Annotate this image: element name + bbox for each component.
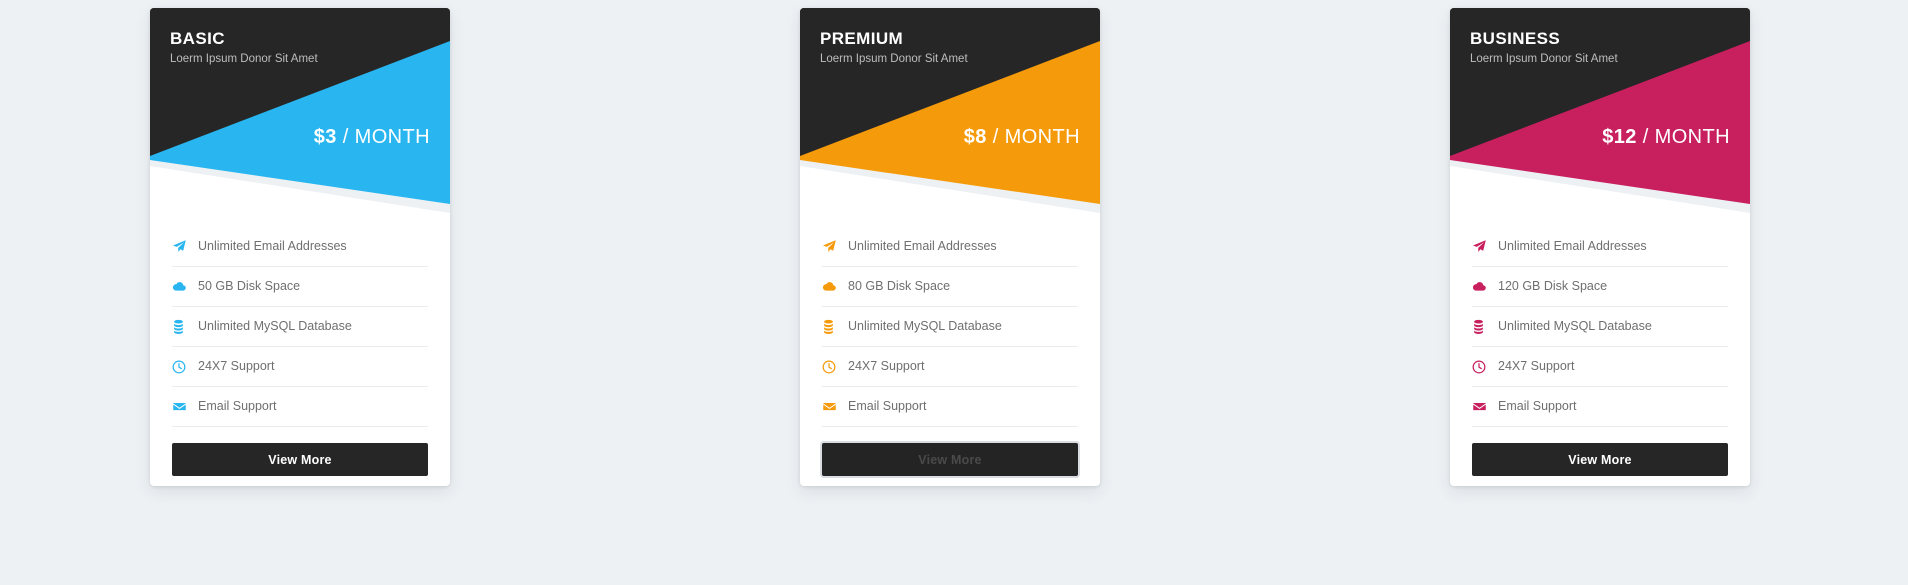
plan-subtitle: Loerm Ipsum Donor Sit Amet	[820, 52, 968, 65]
plan-price: $8 / MONTH	[964, 126, 1080, 149]
paper-plane-icon	[172, 239, 198, 254]
feature-row: Email Support	[1472, 387, 1728, 427]
feature-label: Unlimited Email Addresses	[848, 239, 997, 254]
plan-name: BUSINESS	[1470, 29, 1561, 48]
plan-subtitle: Loerm Ipsum Donor Sit Amet	[170, 52, 318, 65]
feature-row: 24X7 Support	[822, 347, 1078, 387]
envelope-icon	[822, 399, 848, 414]
price-period: / MONTH	[1636, 126, 1730, 148]
feature-label: Unlimited Email Addresses	[1498, 239, 1647, 254]
feature-row: 50 GB Disk Space	[172, 267, 428, 307]
database-icon	[822, 319, 848, 334]
feature-label: 80 GB Disk Space	[848, 279, 951, 294]
feature-row: Unlimited MySQL Database	[1472, 307, 1728, 347]
feature-row: 24X7 Support	[1472, 347, 1728, 387]
feature-row: Unlimited MySQL Database	[822, 307, 1078, 347]
feature-label: Email Support	[848, 399, 927, 414]
plan-heading-group: PREMIUM Loerm Ipsum Donor Sit Amet	[800, 8, 1100, 66]
pricing-card-business: BUSINESS Loerm Ipsum Donor Sit Amet $12 / …	[1450, 8, 1750, 486]
feature-list: Unlimited Email Addresses 80 GB Disk Spac…	[800, 213, 1100, 427]
price-period: / MONTH	[336, 126, 430, 148]
paper-plane-icon	[822, 239, 848, 254]
feature-label: Email Support	[1498, 399, 1577, 414]
clock-icon	[822, 360, 848, 374]
feature-row: Email Support	[172, 387, 428, 427]
feature-label: 120 GB Disk Space	[1498, 279, 1608, 294]
cta-container: View More	[1450, 427, 1750, 476]
envelope-icon	[1472, 399, 1498, 414]
feature-row: 24X7 Support	[172, 347, 428, 387]
feature-row: Unlimited Email Addresses	[1472, 227, 1728, 267]
view-more-button[interactable]: View More	[1472, 443, 1728, 476]
feature-list: Unlimited Email Addresses 50 GB Disk Spac…	[150, 213, 450, 427]
pricing-table: BASIC Loerm Ipsum Donor Sit Amet $3 / MONT…	[0, 0, 1908, 585]
feature-row: Unlimited MySQL Database	[172, 307, 428, 347]
plan-heading-group: BASIC Loerm Ipsum Donor Sit Amet	[150, 8, 450, 66]
cloud-icon	[172, 279, 198, 294]
card-header-business: BUSINESS Loerm Ipsum Donor Sit Amet $12 / …	[1450, 8, 1750, 213]
database-icon	[1472, 319, 1498, 334]
feature-row: 120 GB Disk Space	[1472, 267, 1728, 307]
feature-label: Unlimited MySQL Database	[198, 319, 352, 334]
card-header-premium: PREMIUM Loerm Ipsum Donor Sit Amet $8 / MO…	[800, 8, 1100, 213]
feature-row: Email Support	[822, 387, 1078, 427]
feature-row: 80 GB Disk Space	[822, 267, 1078, 307]
feature-label: 24X7 Support	[1498, 359, 1575, 374]
clock-icon	[172, 360, 198, 374]
envelope-icon	[172, 399, 198, 414]
feature-row: Unlimited Email Addresses	[822, 227, 1078, 267]
view-more-button[interactable]: View More	[172, 443, 428, 476]
plan-price: $12 / MONTH	[1602, 126, 1730, 149]
feature-label: Unlimited MySQL Database	[1498, 319, 1652, 334]
plan-name: BASIC	[170, 29, 225, 48]
price-amount: $8	[963, 126, 987, 148]
plan-name: PREMIUM	[820, 29, 904, 48]
view-more-button[interactable]: View More	[822, 443, 1078, 476]
feature-label: 24X7 Support	[848, 359, 925, 374]
pricing-card-basic: BASIC Loerm Ipsum Donor Sit Amet $3 / MONT…	[150, 8, 450, 486]
pricing-card-premium: PREMIUM Loerm Ipsum Donor Sit Amet $8 / MO…	[800, 8, 1100, 486]
feature-label: Email Support	[198, 399, 277, 414]
feature-label: 50 GB Disk Space	[198, 279, 301, 294]
price-period: / MONTH	[986, 126, 1080, 148]
cta-container: View More	[800, 427, 1100, 476]
database-icon	[172, 319, 198, 334]
plan-subtitle: Loerm Ipsum Donor Sit Amet	[1470, 52, 1618, 65]
feature-label: Unlimited MySQL Database	[848, 319, 1002, 334]
cloud-icon	[822, 279, 848, 294]
price-amount: $12	[1602, 126, 1637, 148]
price-amount: $3	[313, 126, 337, 148]
plan-heading-group: BUSINESS Loerm Ipsum Donor Sit Amet	[1450, 8, 1750, 66]
feature-label: 24X7 Support	[198, 359, 275, 374]
feature-list: Unlimited Email Addresses 120 GB Disk Spa…	[1450, 213, 1750, 427]
plan-price: $3 / MONTH	[314, 126, 430, 149]
paper-plane-icon	[1472, 239, 1498, 254]
feature-label: Unlimited Email Addresses	[198, 239, 347, 254]
clock-icon	[1472, 360, 1498, 374]
cta-container: View More	[150, 427, 450, 476]
cloud-icon	[1472, 279, 1498, 294]
card-header-basic: BASIC Loerm Ipsum Donor Sit Amet $3 / MONT…	[150, 8, 450, 213]
feature-row: Unlimited Email Addresses	[172, 227, 428, 267]
